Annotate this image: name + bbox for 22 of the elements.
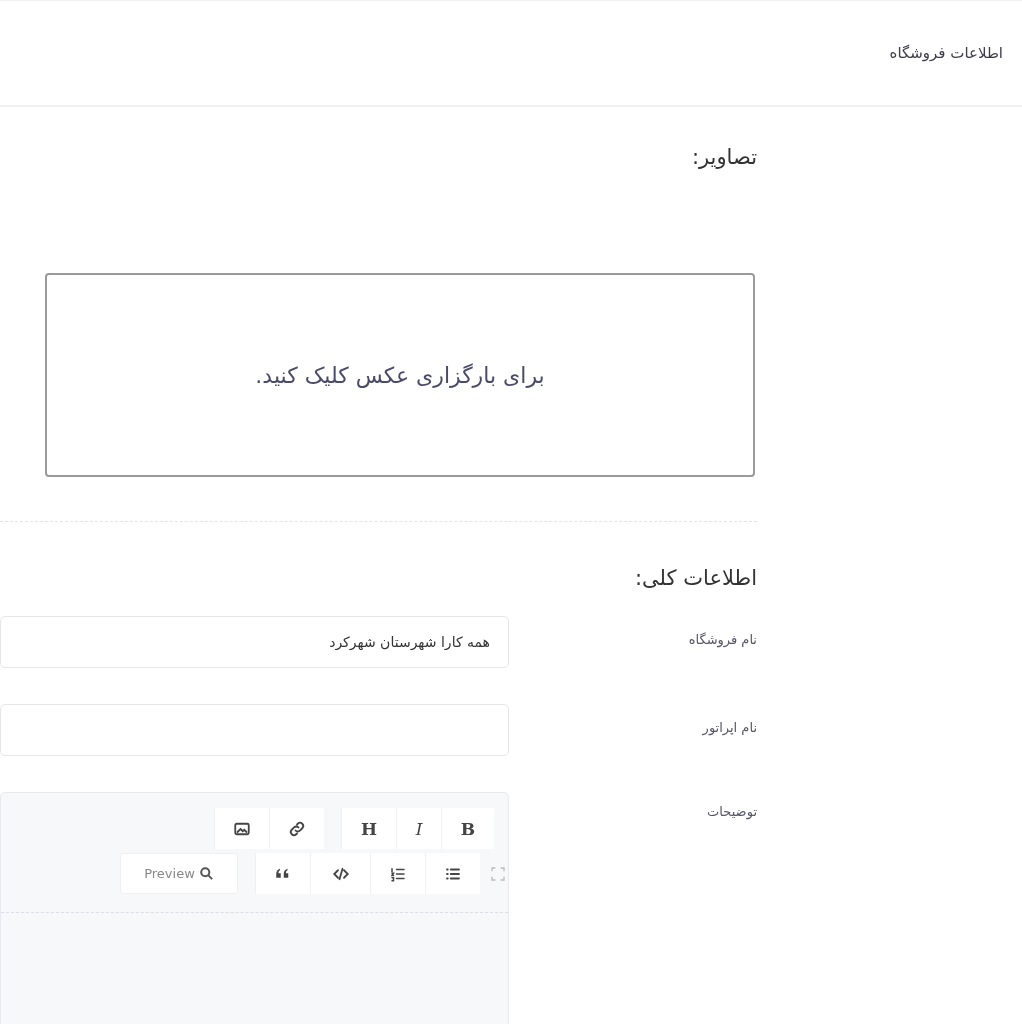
page-title: اطلاعات فروشگاه — [889, 44, 1003, 62]
fullscreen-icon — [490, 865, 506, 882]
quote-button[interactable] — [255, 853, 310, 894]
image-button[interactable] — [214, 808, 269, 849]
image-upload-area[interactable]: برای بارگزاری عکس کلیک کنید. — [45, 273, 755, 477]
field-label: نام اپراتور — [701, 719, 757, 735]
search-icon — [198, 866, 214, 881]
text-field[interactable] — [0, 704, 509, 756]
link-button[interactable] — [269, 808, 324, 849]
bold-button[interactable]: B — [441, 808, 494, 849]
section-title: تصاویر: — [690, 145, 757, 169]
heading-button[interactable]: H — [341, 808, 396, 849]
unordered-list-button[interactable] — [425, 853, 480, 894]
text-field[interactable]: همه کارا شهرستان شهرکرد — [0, 616, 509, 668]
ordered-list-button[interactable] — [370, 853, 425, 894]
field-label: توضیحات — [706, 803, 757, 819]
link-icon — [288, 819, 306, 838]
code-button[interactable] — [310, 853, 370, 894]
preview-button[interactable]: Preview — [120, 853, 238, 894]
field-label: نام فروشگاه — [687, 631, 757, 647]
italic-button[interactable]: I — [396, 808, 441, 849]
section-title: اطلاعات کلی: — [634, 566, 757, 590]
